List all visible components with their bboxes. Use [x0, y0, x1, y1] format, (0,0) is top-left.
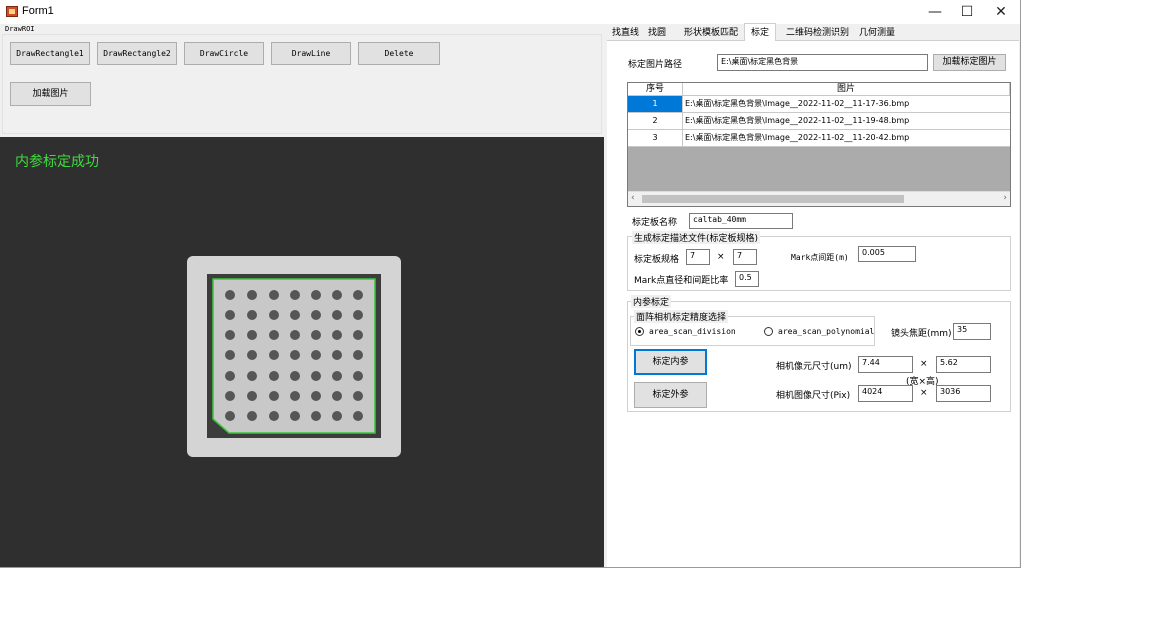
window-title: Form1	[22, 5, 54, 17]
row-path: E:\桌面\标定黑色背景\Image__2022-11-02__11-20-42…	[685, 133, 910, 142]
title-bar: Form1 — ☐ ✕	[0, 0, 1020, 24]
image-size-label: 相机图像尺寸(Pix)	[776, 391, 851, 401]
radio-area-scan-division[interactable]	[635, 327, 644, 336]
radio-polynomial-label[interactable]: area_scan_polynomial	[778, 327, 874, 336]
scroll-left-icon[interactable]: ‹	[631, 193, 635, 203]
spec-x-input[interactable]: 7	[686, 249, 710, 265]
table-row[interactable]: 3 E:\桌面\标定黑色背景\Image__2022-11-02__11-20-…	[628, 130, 1010, 147]
ratio-label: Mark点直径和间距比率	[634, 276, 729, 286]
radio-division-label[interactable]: area_scan_division	[649, 327, 736, 336]
image-height-input[interactable]: 3036	[936, 385, 991, 402]
tab-shape-match[interactable]: 形状模板匹配	[684, 25, 738, 41]
maximize-icon[interactable]: ☐	[950, 0, 984, 24]
path-input[interactable]: E:\桌面\标定黑色背景	[717, 54, 928, 71]
calibrate-intrinsic-button[interactable]: 标定内参	[634, 349, 707, 375]
row-path: E:\桌面\标定黑色背景\Image__2022-11-02__11-19-48…	[685, 116, 910, 125]
table-row[interactable]: 1 E:\桌面\标定黑色背景\Image__2022-11-02__11-17-…	[628, 96, 1010, 113]
roi-panel: DrawROI DrawRectangle1 DrawRectangle2 Dr…	[0, 24, 605, 137]
row-path: E:\桌面\标定黑色背景\Image__2022-11-02__11-17-36…	[685, 99, 910, 108]
radio-area-scan-polynomial[interactable]	[764, 327, 773, 336]
draw-line-button[interactable]: DrawLine	[271, 42, 351, 65]
close-icon[interactable]: ✕	[984, 0, 1018, 24]
camera-precision-title: 面阵相机标定精度选择	[634, 310, 729, 323]
app-icon	[6, 6, 18, 17]
board-name-input[interactable]: caltab_40mm	[689, 213, 793, 229]
pixel-size-label: 相机像元尺寸(um)	[776, 362, 852, 372]
spec-y-input[interactable]: 7	[733, 249, 757, 265]
intrinsic-group-title: 内参标定	[631, 295, 672, 308]
pixel-times-label: ×	[920, 359, 928, 369]
path-label: 标定图片路径	[628, 60, 683, 70]
gen-desc-group-title: 生成标定描述文件(标定板规格)	[632, 231, 761, 244]
scroll-thumb[interactable]	[642, 195, 904, 203]
tab-find-line[interactable]: 找直线	[612, 25, 639, 41]
table-row[interactable]: 2 E:\桌面\标定黑色背景\Image__2022-11-02__11-19-…	[628, 113, 1010, 130]
pixel-width-input[interactable]: 7.44	[858, 356, 913, 373]
calibrate-extrinsic-button[interactable]: 标定外参	[634, 382, 707, 408]
scroll-right-icon[interactable]: ›	[1003, 193, 1007, 203]
pixel-height-input[interactable]: 5.62	[936, 356, 991, 373]
delete-button[interactable]: Delete	[358, 42, 440, 65]
draw-circle-button[interactable]: DrawCircle	[184, 42, 264, 65]
tab-find-circle[interactable]: 找圆	[648, 25, 666, 41]
tab-qrcode[interactable]: 二维码检测识别	[786, 25, 849, 41]
draw-rectangle1-button[interactable]: DrawRectangle1	[10, 42, 90, 65]
calibration-board-image	[187, 256, 401, 457]
spec-label: 标定板规格	[634, 255, 680, 265]
roi-section-label: DrawROI	[5, 25, 35, 33]
load-calib-images-button[interactable]: 加载标定图片	[933, 54, 1006, 71]
grid-header-image[interactable]: 图片	[683, 83, 1010, 96]
board-name-label: 标定板名称	[632, 218, 678, 228]
tab-calibration[interactable]: 标定	[744, 23, 777, 42]
tab-geometry[interactable]: 几何测量	[859, 25, 895, 41]
grid-header-index[interactable]: 序号	[628, 83, 683, 96]
app-window: Form1 — ☐ ✕ DrawROI DrawRectangle1 DrawR…	[0, 0, 1021, 568]
grid-horizontal-scrollbar[interactable]: ‹ ›	[628, 191, 1010, 206]
spec-times-label: ×	[717, 252, 725, 262]
minimize-icon[interactable]: —	[918, 0, 952, 24]
image-viewer[interactable]: 内参标定成功	[0, 137, 604, 567]
mark-spacing-input[interactable]: 0.005	[858, 246, 916, 262]
image-times-label: ×	[920, 388, 928, 398]
load-image-button[interactable]: 加载图片	[10, 82, 91, 106]
ratio-input[interactable]: 0.5	[735, 271, 759, 287]
draw-rectangle2-button[interactable]: DrawRectangle2	[97, 42, 177, 65]
image-grid[interactable]: 序号 图片 1 E:\桌面\标定黑色背景\Image__2022-11-02__…	[627, 82, 1011, 207]
row-index: 3	[628, 130, 683, 146]
mark-spacing-label: Mark点间距(m)	[791, 253, 849, 262]
row-index: 2	[628, 113, 683, 129]
image-width-input[interactable]: 4024	[858, 385, 913, 402]
focal-length-input[interactable]: 35	[953, 323, 991, 340]
focal-length-label: 镜头焦距(mm)	[891, 329, 952, 339]
row-index: 1	[628, 96, 683, 112]
